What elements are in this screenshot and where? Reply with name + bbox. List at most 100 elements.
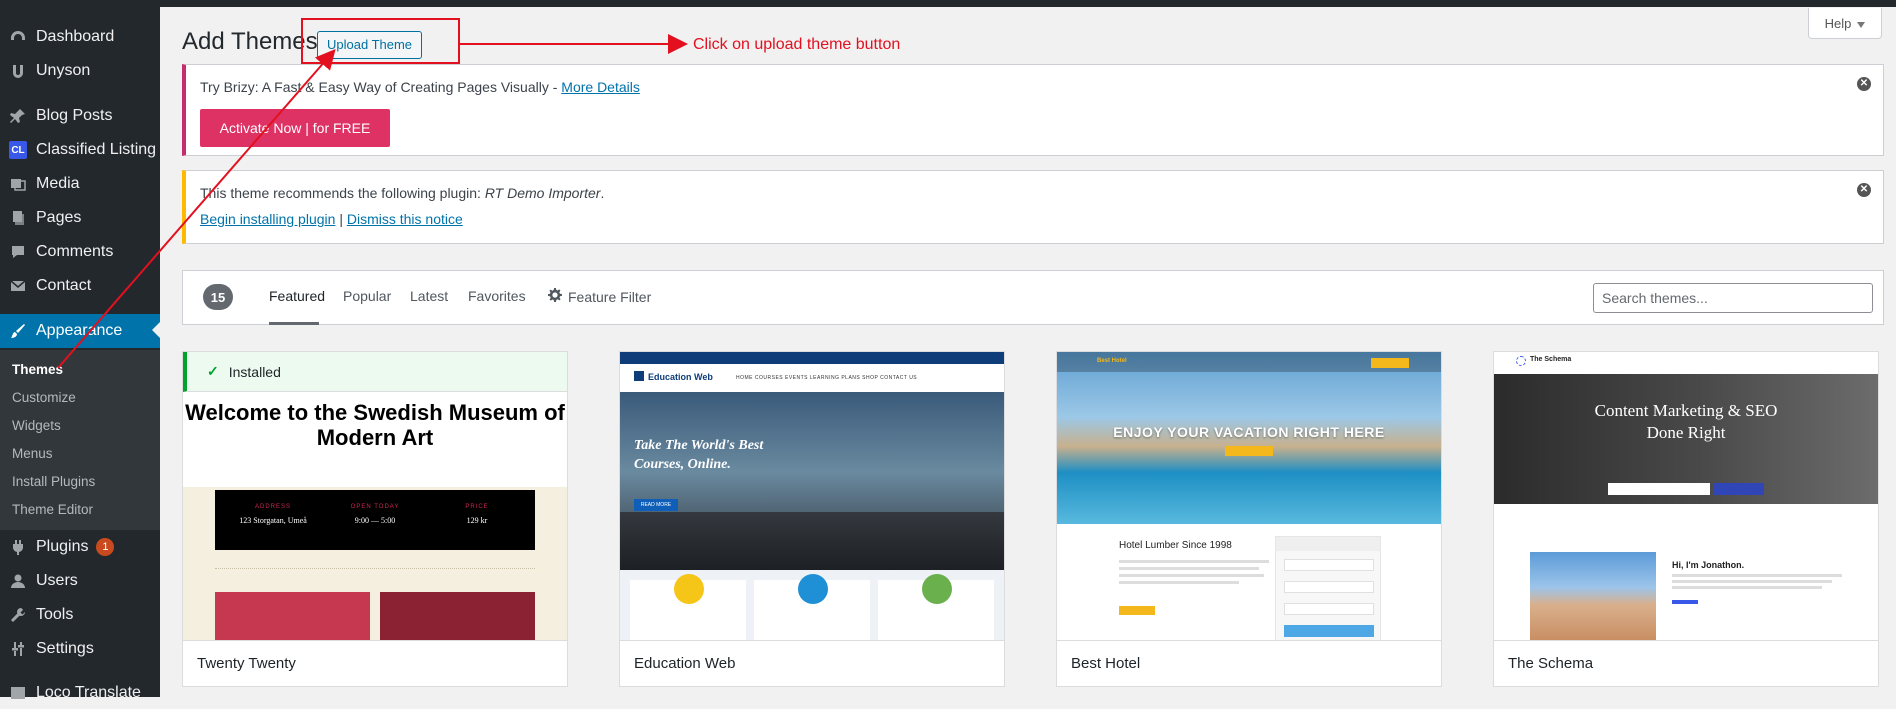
admin-bar <box>160 0 1896 7</box>
plugin-name: RT Demo Importer <box>484 185 601 201</box>
submenu-widgets[interactable]: Widgets <box>12 418 61 433</box>
theme-screenshot[interactable]: Welcome to the Swedish Museum of Modern … <box>183 352 567 640</box>
theme-filter-bar: 15 Featured Popular Latest Favorites Fea… <box>182 270 1884 325</box>
preview-subheading: Hotel Lumber Since 1998 <box>1119 540 1232 551</box>
plugin-text: This theme recommends the following plug… <box>200 185 485 201</box>
preview-image <box>380 592 535 640</box>
menu-item-loco-translate[interactable]: Loco Translate <box>0 677 160 709</box>
menu-label-unyson: Unyson <box>36 62 91 79</box>
plugin-period: . <box>600 185 605 201</box>
comments-icon <box>0 244 36 260</box>
tab-latest[interactable]: Latest <box>410 288 448 304</box>
menu-item-users[interactable]: Users <box>0 565 160 597</box>
tab-popular[interactable]: Popular <box>343 288 391 304</box>
menu-label-plugins: Plugins <box>36 538 89 555</box>
mail-icon <box>0 278 36 294</box>
menu-item-media[interactable]: Media <box>0 168 160 200</box>
preview-logo: Best Hotel <box>1097 358 1127 364</box>
users-icon <box>0 573 36 589</box>
wrench-icon <box>0 607 36 623</box>
unyson-icon <box>0 63 36 79</box>
preview-headline: Content Marketing & SEO Done Right <box>1594 401 1778 442</box>
installed-label: Installed <box>228 363 281 380</box>
menu-label-pages: Pages <box>36 209 82 226</box>
pages-icon <box>0 210 36 226</box>
gear-icon <box>548 288 562 305</box>
cl-icon: CL <box>9 141 27 159</box>
menu-item-plugins[interactable]: Plugins 1 <box>0 531 160 563</box>
menu-item-appearance[interactable]: Appearance <box>0 314 160 348</box>
theme-screenshot[interactable]: Education Web HOME COURSES EVENTS LEARNI… <box>620 352 1004 640</box>
preview-hours-value: 9:00 — 5:00 <box>354 516 396 525</box>
theme-name: The Schema <box>1494 640 1878 686</box>
submenu-themes[interactable]: Themes <box>12 362 63 377</box>
settings-icon <box>922 574 952 604</box>
annotation-text: Click on upload theme button <box>693 36 901 53</box>
menu-item-pages[interactable]: Pages <box>0 202 160 234</box>
plugin-notice-links: Begin installing plugin | Dismiss this n… <box>200 211 463 227</box>
brizy-more-details-link[interactable]: More Details <box>561 79 640 95</box>
theme-card-twenty-twenty[interactable]: Welcome to the Swedish Museum of Modern … <box>182 351 568 687</box>
menu-item-contact[interactable]: Contact <box>0 270 160 302</box>
plugin-notice-text: This theme recommends the following plug… <box>200 185 604 201</box>
activate-brizy-button[interactable]: Activate Now | for FREE <box>200 109 390 147</box>
menu-item-unyson[interactable]: Unyson <box>0 55 160 87</box>
preview-image <box>215 592 370 640</box>
dismiss-icon[interactable]: ✕ <box>1857 183 1871 197</box>
theme-screenshot[interactable]: The Schema Content Marketing & SEO Done … <box>1494 352 1878 640</box>
menu-item-comments[interactable]: Comments <box>0 236 160 268</box>
theme-name: Best Hotel <box>1057 640 1441 686</box>
preview-booking-form <box>1275 536 1381 640</box>
dismiss-notice-link[interactable]: Dismiss this notice <box>347 211 463 227</box>
plugin-icon <box>0 539 36 555</box>
begin-installing-plugin-link[interactable]: Begin installing plugin <box>200 211 335 227</box>
upload-theme-button[interactable]: Upload Theme <box>317 31 423 59</box>
preview-address-value: 123 Storgatan, Umeå <box>239 516 307 525</box>
menu-item-tools[interactable]: Tools <box>0 599 160 631</box>
submenu-customize[interactable]: Customize <box>12 390 76 405</box>
theme-card-the-schema[interactable]: The Schema Content Marketing & SEO Done … <box>1493 351 1879 687</box>
menu-label-settings: Settings <box>36 640 94 657</box>
help-label: Help <box>1824 15 1852 31</box>
menu-item-classified-listing[interactable]: CL Classified Listing <box>0 134 160 166</box>
preview-info-box: ADDRESS 123 Storgatan, Umeå OPEN TODAY 9… <box>215 490 535 550</box>
menu-label-users: Users <box>36 572 78 589</box>
submenu-install-plugins[interactable]: Install Plugins <box>12 474 95 489</box>
preview-logo: Education Web <box>648 372 713 382</box>
menu-label-blog-posts: Blog Posts <box>36 107 113 124</box>
feature-filter-button[interactable]: Feature Filter <box>548 288 651 305</box>
menu-item-settings[interactable]: Settings <box>0 633 160 665</box>
graduation-cap-icon <box>634 371 644 381</box>
submenu-menus[interactable]: Menus <box>12 446 53 461</box>
plugin-recommend-notice: This theme recommends the following plug… <box>182 170 1884 244</box>
translate-icon <box>0 685 36 701</box>
preview-hours-label: OPEN TODAY <box>350 504 400 510</box>
menu-item-dashboard[interactable]: Dashboard <box>0 21 160 53</box>
preview-cta: READ MORE <box>634 499 678 511</box>
theme-card-education-web[interactable]: Education Web HOME COURSES EVENTS LEARNI… <box>619 351 1005 687</box>
brizy-text: Try Brizy: A Fast & Easy Way of Creating… <box>200 79 562 95</box>
tab-featured[interactable]: Featured <box>269 288 325 304</box>
help-button[interactable]: Help <box>1808 8 1882 39</box>
submenu-theme-editor[interactable]: Theme Editor <box>12 502 93 517</box>
tab-favorites[interactable]: Favorites <box>468 288 526 304</box>
search-themes-input[interactable] <box>1593 283 1873 313</box>
dismiss-icon[interactable]: ✕ <box>1857 77 1871 91</box>
preview-address-label: ADDRESS <box>254 504 291 510</box>
people-icon <box>674 574 704 604</box>
preview-headline: ENJOY YOUR VACATION RIGHT HERE <box>1113 424 1385 440</box>
dashboard-icon <box>0 29 36 45</box>
theme-screenshot[interactable]: Best Hotel ENJOY YOUR VACATION RIGHT HER… <box>1057 352 1441 640</box>
menu-label-classified-listing: Classified Listing <box>36 141 157 158</box>
preview-greeting: Hi, I'm Jonathon. <box>1672 560 1745 570</box>
appearance-submenu: Themes Customize Widgets Menus Install P… <box>0 350 160 530</box>
menu-item-blog-posts[interactable]: Blog Posts <box>0 100 160 132</box>
preview-price-label: PRICE <box>465 504 489 510</box>
preview-heading: Welcome to the Swedish Museum of Modern … <box>185 400 565 450</box>
menu-label-contact: Contact <box>36 277 92 294</box>
link-separator: | <box>335 211 347 227</box>
theme-card-best-hotel[interactable]: Best Hotel ENJOY YOUR VACATION RIGHT HER… <box>1056 351 1442 687</box>
brizy-notice: Try Brizy: A Fast & Easy Way of Creating… <box>182 64 1884 156</box>
preview-photo <box>1530 552 1656 640</box>
chevron-down-icon <box>1857 16 1866 31</box>
